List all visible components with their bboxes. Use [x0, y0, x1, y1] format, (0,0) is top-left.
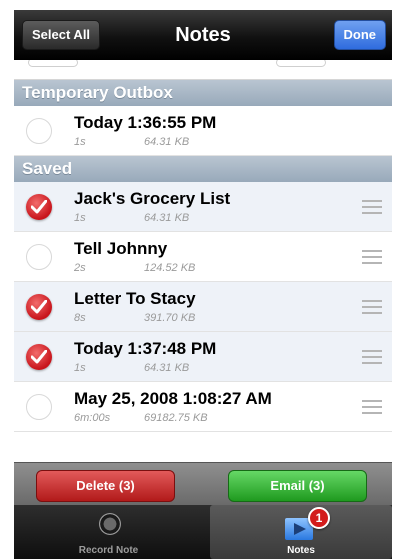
note-duration: 1s: [74, 136, 86, 148]
list-item[interactable]: Jack's Grocery List 1s 64.31 KB: [14, 182, 392, 232]
list-item[interactable]: Letter To Stacy 8s 391.70 KB: [14, 282, 392, 332]
select-all-button[interactable]: Select All: [22, 20, 101, 50]
reorder-grip-icon[interactable]: [362, 200, 382, 214]
note-duration: 1s: [74, 212, 86, 224]
note-title: May 25, 2008 1:08:27 AM: [74, 389, 272, 408]
note-size: 64.31 KB: [144, 362, 190, 374]
action-bar: Delete (3) Email (3): [14, 462, 392, 505]
notification-badge: 1: [308, 507, 330, 529]
list-item[interactable]: May 25, 2008 1:08:27 AM 6m:00s 69182.75 …: [14, 382, 392, 432]
tab-label: Record Note: [78, 545, 139, 556]
reorder-grip-icon[interactable]: [362, 300, 382, 314]
list-item[interactable]: Tell Johnny 2s 124.52 KB: [14, 232, 392, 282]
note-duration: 1s: [74, 362, 86, 374]
reorder-grip-icon[interactable]: [362, 250, 382, 264]
selection-checkbox[interactable]: [26, 244, 52, 270]
checkmark-icon[interactable]: [26, 194, 52, 220]
navigation-bar: Notes Select All Done: [14, 10, 392, 60]
note-size: 64.31 KB: [144, 136, 190, 148]
reorder-grip-icon[interactable]: [362, 350, 382, 364]
selection-checkbox[interactable]: [26, 118, 52, 144]
reorder-grip-icon[interactable]: [362, 400, 382, 414]
done-button[interactable]: Done: [333, 20, 386, 50]
selection-checkbox[interactable]: [26, 394, 52, 420]
section-header-temporary-outbox: Temporary Outbox: [14, 80, 392, 106]
note-title: Jack's Grocery List: [74, 189, 231, 208]
note-duration: 6m:00s: [74, 412, 111, 424]
note-title: Today 1:36:55 PM: [74, 113, 217, 132]
search-strip-edge: [14, 60, 392, 80]
note-duration: 8s: [74, 312, 86, 324]
note-size: 391.70 KB: [144, 312, 196, 324]
note-size: 124.52 KB: [144, 262, 196, 274]
record-icon: [99, 513, 121, 535]
note-title: Letter To Stacy: [74, 289, 196, 308]
note-duration: 2s: [74, 262, 86, 274]
note-size: 64.31 KB: [144, 212, 190, 224]
email-button[interactable]: Email (3): [228, 470, 367, 502]
note-title: Today 1:37:48 PM: [74, 339, 217, 358]
tab-label: Notes: [287, 545, 315, 556]
list-item[interactable]: Today 1:36:55 PM 1s 64.31 KB: [14, 106, 392, 156]
tab-record-note[interactable]: Record Note: [14, 505, 203, 559]
tab-notes[interactable]: 1 Notes: [210, 505, 392, 559]
phone-screen: Notes Select All Done Temporary Outbox T…: [14, 10, 392, 559]
section-header-saved: Saved: [14, 156, 392, 182]
notes-list[interactable]: Temporary Outbox Today 1:36:55 PM 1s 64.…: [14, 60, 392, 462]
list-item[interactable]: Today 1:37:48 PM 1s 64.31 KB: [14, 332, 392, 382]
tab-bar: Record Note 1 Notes: [14, 505, 392, 559]
checkmark-icon[interactable]: [26, 294, 52, 320]
note-size: 69182.75 KB: [144, 412, 208, 424]
note-title: Tell Johnny: [74, 239, 168, 258]
delete-button[interactable]: Delete (3): [36, 470, 175, 502]
checkmark-icon[interactable]: [26, 344, 52, 370]
